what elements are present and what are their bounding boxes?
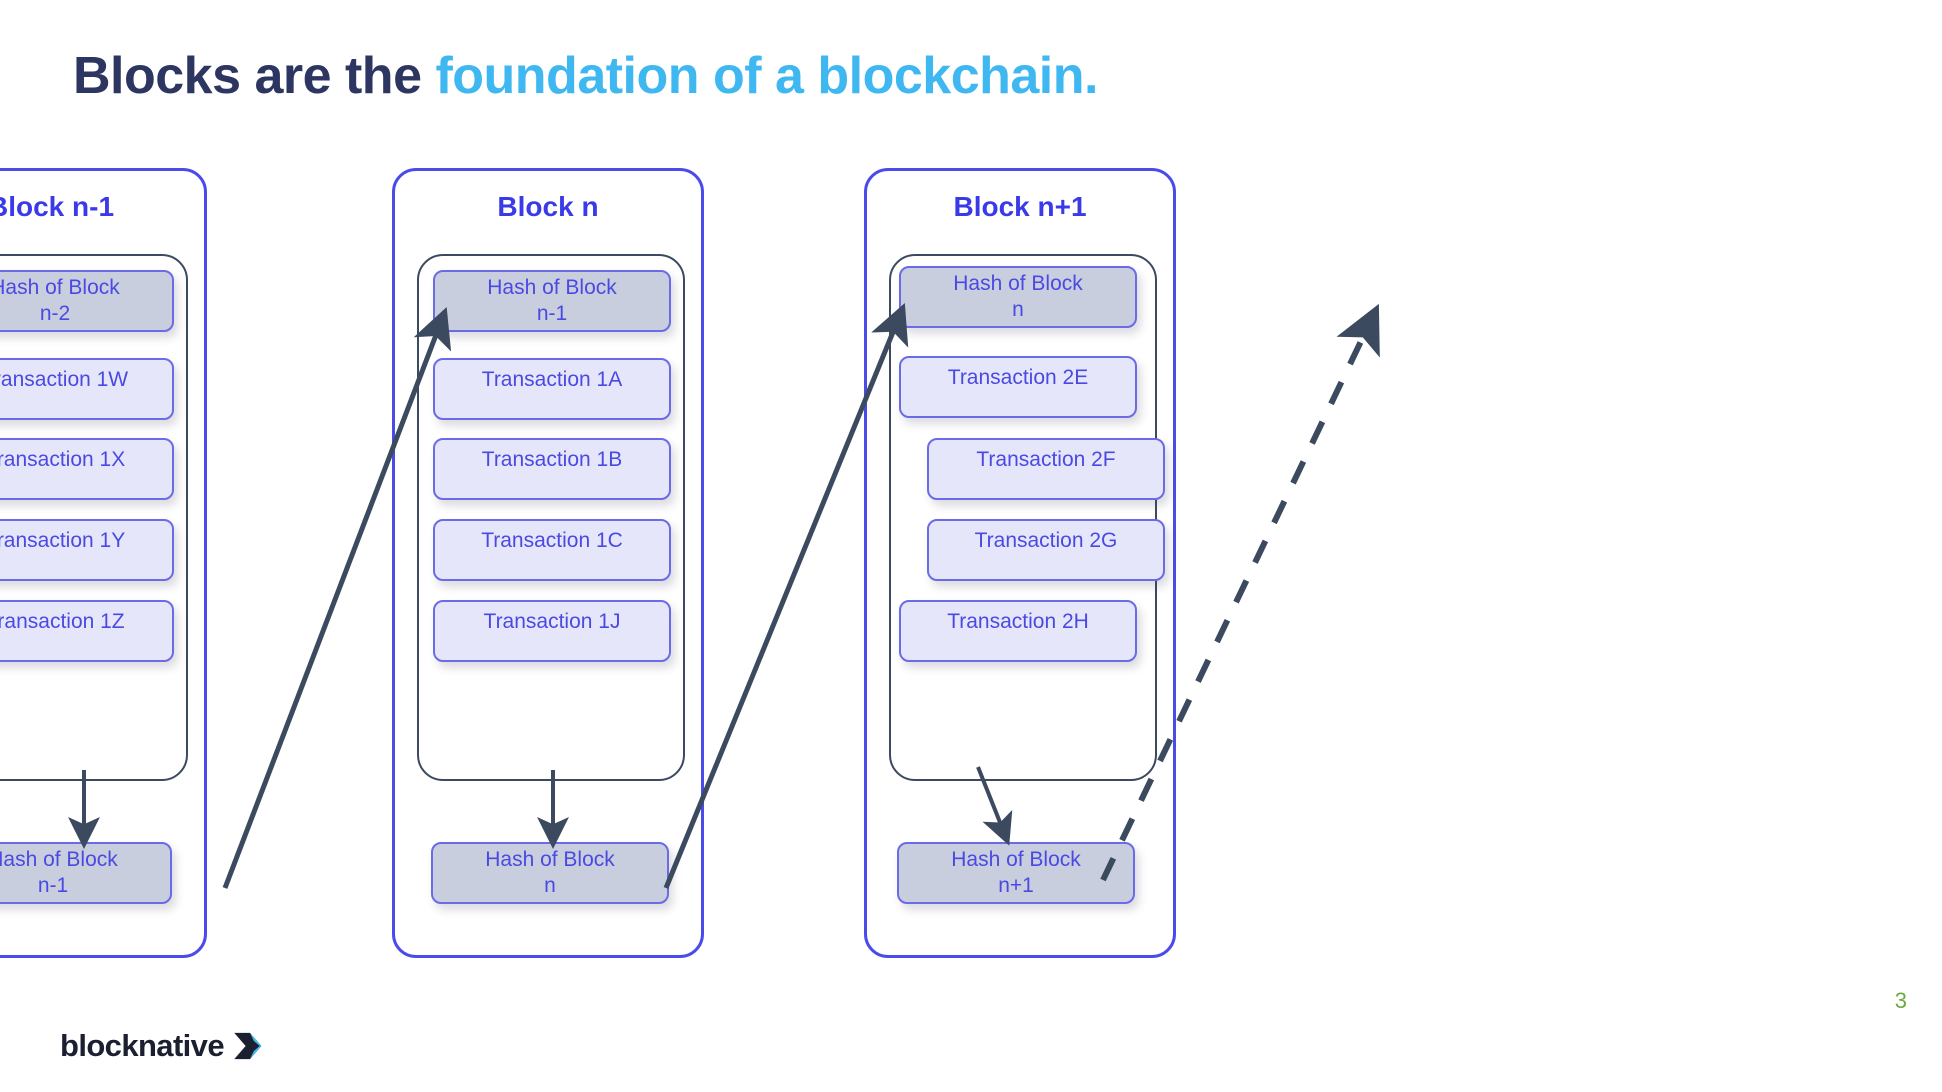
prev-hash-box-n-minus-1: Hash of Block n-2 <box>0 270 174 332</box>
transaction-box: Transaction 1Y <box>0 519 174 581</box>
transaction-box: Transaction 1A <box>433 358 671 420</box>
page-number: 3 <box>1894 988 1907 1013</box>
transaction-box: Transaction 1B <box>433 438 671 500</box>
block-hash-box-n-plus-1: Hash of Block n+1 <box>897 842 1135 904</box>
block-title-n: Block n <box>497 191 599 222</box>
slide-canvas: Blocks are the foundation of a blockchai… <box>0 0 1942 1092</box>
block-body-n-plus-1: Hash of Block n Transaction 2E Transacti… <box>889 254 1165 781</box>
transaction-box: Transaction 1J <box>433 600 671 662</box>
transaction-box: Transaction 2E <box>899 356 1137 418</box>
brand-logo-text: blocknative <box>60 1028 225 1063</box>
block-hash-box-n-minus-1: Hash of Block n-1 <box>0 842 172 904</box>
transaction-box: Transaction 1X <box>0 438 174 500</box>
chevron-arrow-mark-icon <box>234 1032 262 1060</box>
block-hash-box-n: Hash of Block n <box>431 842 669 904</box>
transaction-box: Transaction 2G <box>927 519 1165 581</box>
prev-hash-box-n-plus-1: Hash of Block n <box>899 266 1137 328</box>
transaction-box: Transaction 1Z <box>0 600 174 662</box>
block-body-n: Hash of Block n-1 Transaction 1A Transac… <box>417 254 685 781</box>
block-title-n-plus-1: Block n+1 <box>953 191 1087 222</box>
page-title: Blocks are the foundation of a blockchai… <box>73 46 1098 106</box>
block-card-n-minus-1: Block n-1 Hash of Block n-2 Transaction … <box>0 168 207 958</box>
block-card-n-plus-1: Block n+1 Hash of Block n Transaction 2E… <box>864 168 1176 958</box>
page-title-part2: foundation of a blockchain. <box>435 47 1098 105</box>
prev-hash-box-n: Hash of Block n-1 <box>433 270 671 332</box>
block-body-n-minus-1: Hash of Block n-2 Transaction 1W Transac… <box>0 254 188 781</box>
brand-logo: blocknative <box>60 1028 268 1064</box>
transaction-box: Transaction 1W <box>0 358 174 420</box>
transaction-box: Transaction 1C <box>433 519 671 581</box>
transaction-box: Transaction 2F <box>927 438 1165 500</box>
transaction-box: Transaction 2H <box>899 600 1137 662</box>
page-title-part1: Blocks are the <box>73 47 436 105</box>
block-title-n-minus-1: Block n-1 <box>0 191 115 222</box>
block-card-n: Block n Hash of Block n-1 Transaction 1A… <box>392 168 704 958</box>
